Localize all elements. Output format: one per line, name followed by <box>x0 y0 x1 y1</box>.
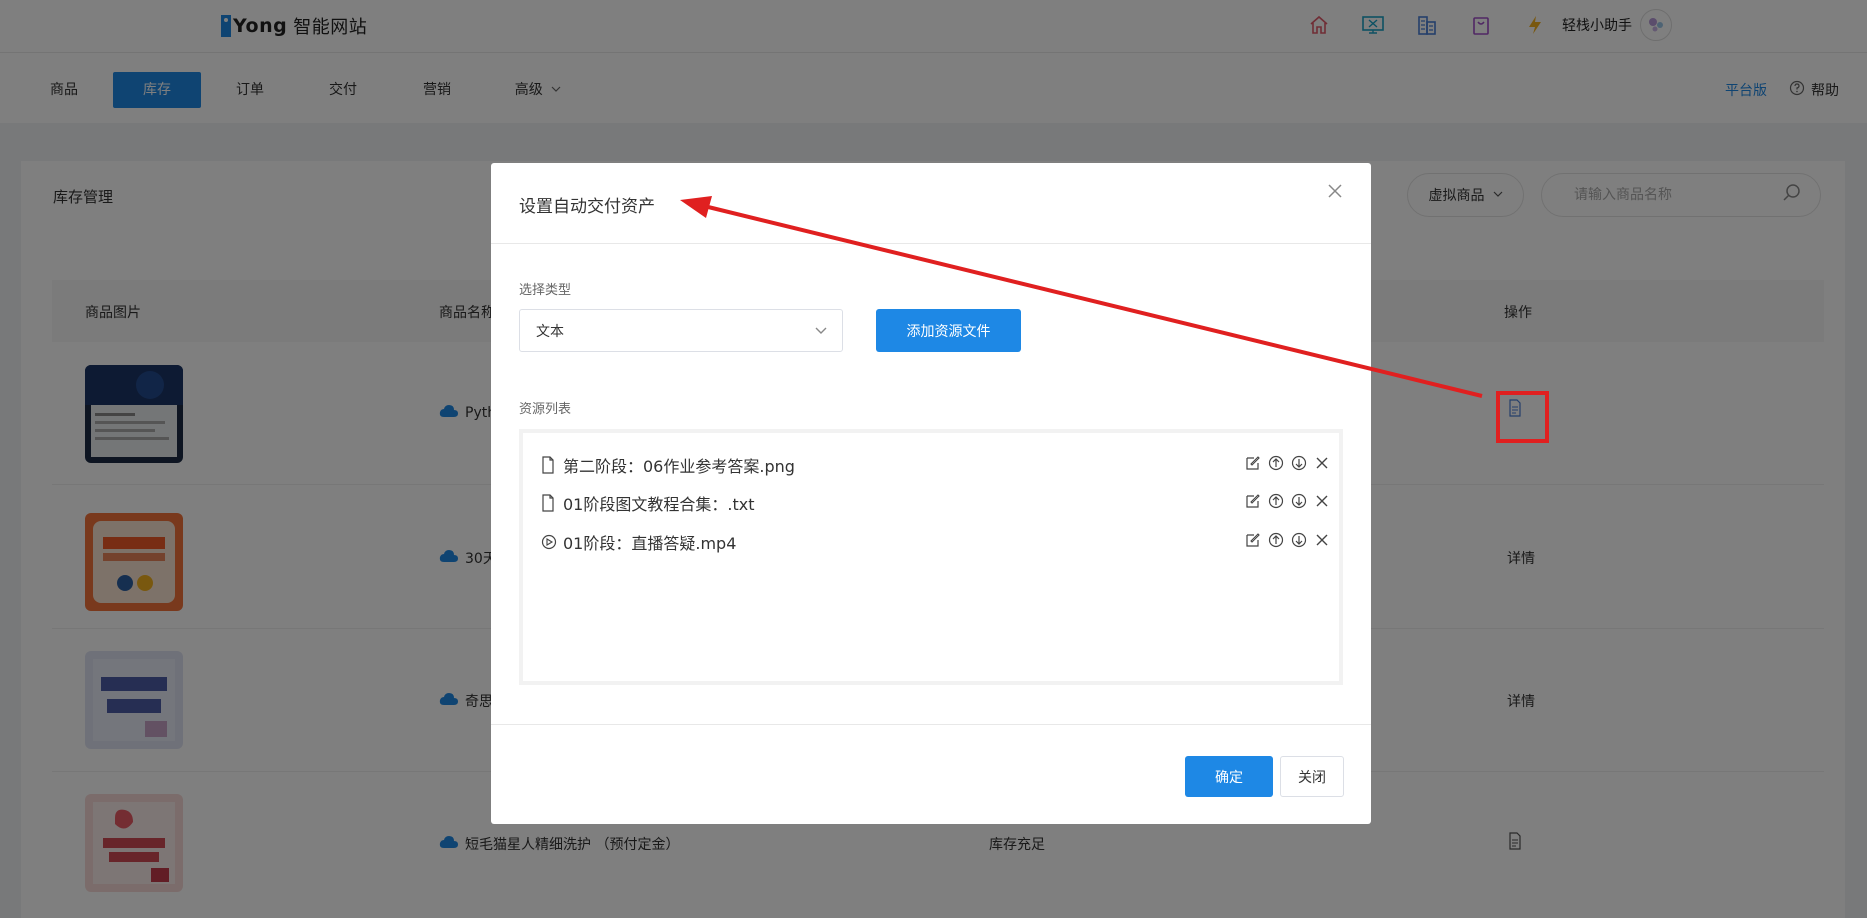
delivery-asset-dialog: 设置自动交付资产 选择类型 文本 添加资源文件 资源列表 第二阶段：06作业参考… <box>491 163 1371 824</box>
dialog-title: 设置自动交付资产 <box>519 197 655 217</box>
list-item: 01阶段：直播答疑.mp4 <box>541 530 1331 554</box>
confirm-button[interactable]: 确定 <box>1185 756 1273 797</box>
dialog-footer: 确定 关闭 <box>491 724 1371 824</box>
list-item: 第二阶段：06作业参考答案.png <box>541 453 1331 477</box>
close-icon[interactable] <box>1325 181 1345 201</box>
move-up-icon[interactable] <box>1267 531 1285 549</box>
move-up-icon[interactable] <box>1267 454 1285 472</box>
resource-list-label: 资源列表 <box>519 402 572 417</box>
type-select-value: 文本 <box>536 323 564 340</box>
resource-actions <box>1244 492 1331 510</box>
resource-name: 第二阶段：06作业参考答案.png <box>563 457 795 476</box>
list-item: 01阶段图文教程合集：.txt <box>541 491 1331 515</box>
edit-icon[interactable] <box>1244 531 1262 549</box>
edit-icon[interactable] <box>1244 492 1262 510</box>
dialog-header: 设置自动交付资产 <box>491 163 1371 244</box>
resource-actions <box>1244 531 1331 549</box>
delete-icon[interactable] <box>1313 454 1331 472</box>
delete-icon[interactable] <box>1313 531 1331 549</box>
close-button[interactable]: 关闭 <box>1280 756 1344 797</box>
edit-icon[interactable] <box>1244 454 1262 472</box>
add-resource-button[interactable]: 添加资源文件 <box>876 309 1021 352</box>
chevron-down-icon <box>814 323 828 339</box>
resource-list: 第二阶段：06作业参考答案.png 01阶段图文教程合集：.txt 01阶段：直… <box>519 429 1343 685</box>
annotation-highlight-box <box>1496 391 1549 443</box>
type-label: 选择类型 <box>519 283 572 298</box>
move-down-icon[interactable] <box>1290 531 1308 549</box>
file-icon <box>541 494 557 512</box>
move-down-icon[interactable] <box>1290 492 1308 510</box>
move-up-icon[interactable] <box>1267 492 1285 510</box>
resource-actions <box>1244 454 1331 472</box>
type-select[interactable]: 文本 <box>519 309 843 352</box>
move-down-icon[interactable] <box>1290 454 1308 472</box>
delete-icon[interactable] <box>1313 492 1331 510</box>
file-icon <box>541 456 557 474</box>
play-icon <box>541 533 557 551</box>
resource-name: 01阶段图文教程合集：.txt <box>563 495 755 514</box>
resource-name: 01阶段：直播答疑.mp4 <box>563 534 737 553</box>
